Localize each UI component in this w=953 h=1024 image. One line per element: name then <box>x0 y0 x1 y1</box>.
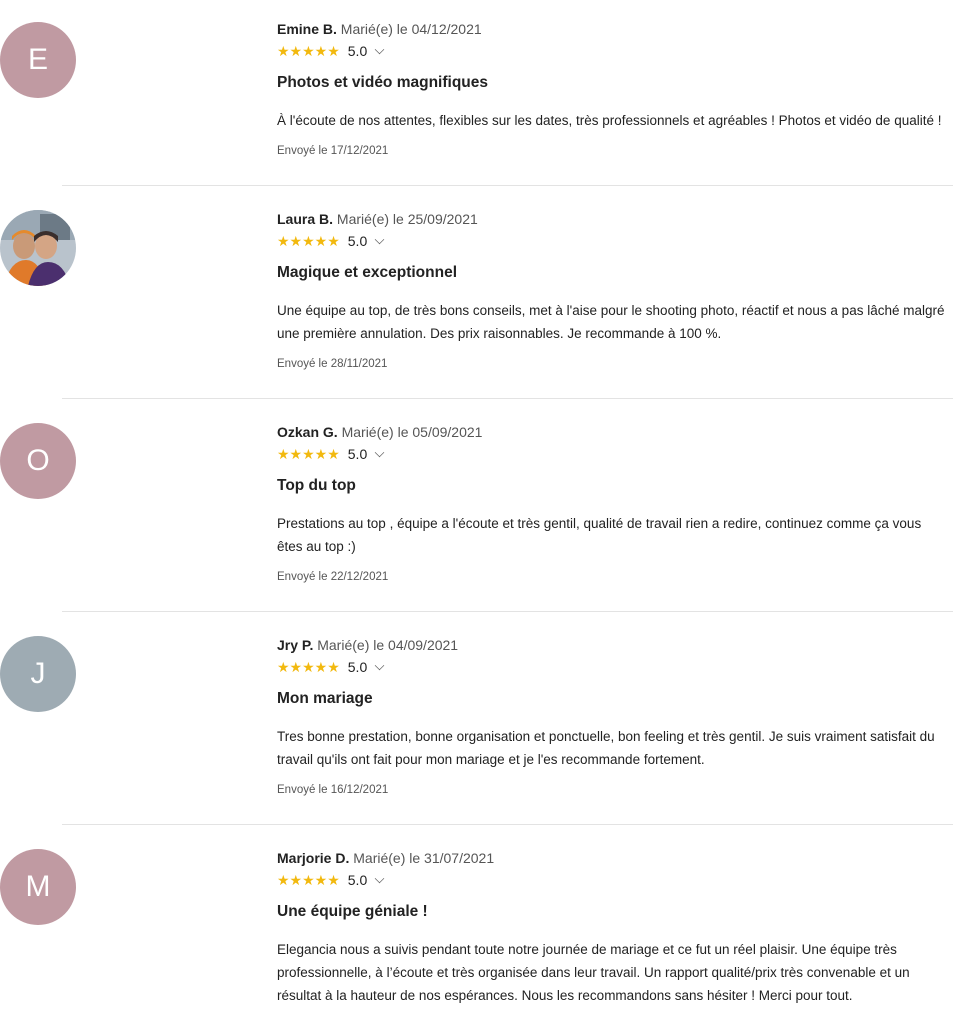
review-author: Jry P. <box>277 637 314 653</box>
rating-score: 5.0 <box>347 43 368 59</box>
review-title: Magique et exceptionnel <box>277 264 458 281</box>
review-body: Tres bonne prestation, bonne organisatio… <box>277 729 935 767</box>
review-rating: ★★★★★ 5.0 <box>277 232 945 250</box>
avatar: J <box>0 636 76 712</box>
rating-score: 5.0 <box>347 446 368 462</box>
review-title: Photos et vidéo magnifiques <box>277 74 488 91</box>
review-sent-date: Envoyé le 28/11/2021 <box>277 358 388 370</box>
review-title: Mon mariage <box>277 690 373 707</box>
review-item: M Marjorie D. Marié(e) le 31/07/2021 ★★★… <box>0 825 953 1024</box>
star-rating-icon: ★★★★★ <box>277 658 340 675</box>
review-married-date: Marié(e) le 04/12/2021 <box>340 21 482 37</box>
chevron-down-icon[interactable] <box>374 660 385 671</box>
chevron-down-icon[interactable] <box>374 447 385 458</box>
review-married-date: Marié(e) le 31/07/2021 <box>353 850 495 866</box>
couple-photo-icon <box>0 210 76 286</box>
review-author: Marjorie D. <box>277 850 350 866</box>
review-author: Laura B. <box>277 211 334 227</box>
review-married-date: Marié(e) le 05/09/2021 <box>341 424 483 440</box>
review-meta: Marjorie D. Marié(e) le 31/07/2021 <box>277 849 945 867</box>
avatar <box>0 210 76 286</box>
review-body: Une équipe au top, de très bons conseils… <box>277 303 945 341</box>
reviews-list: E Emine B. Marié(e) le 04/12/2021 ★★★★★ … <box>0 0 953 1024</box>
avatar: M <box>0 849 76 925</box>
review-item: O Ozkan G. Marié(e) le 05/09/2021 ★★★★★ … <box>0 399 953 612</box>
rating-score: 5.0 <box>347 659 368 675</box>
review-item: Laura B. Marié(e) le 25/09/2021 ★★★★★ 5.… <box>0 186 953 399</box>
review-body: Prestations au top , équipe a l'écoute e… <box>277 516 922 554</box>
review-author: Ozkan G. <box>277 424 338 440</box>
review-meta: Ozkan G. Marié(e) le 05/09/2021 <box>277 423 945 441</box>
review-meta: Laura B. Marié(e) le 25/09/2021 <box>277 210 945 228</box>
review-meta: Emine B. Marié(e) le 04/12/2021 <box>277 20 945 38</box>
star-rating-icon: ★★★★★ <box>277 871 340 888</box>
review-title: Une équipe géniale ! <box>277 903 428 920</box>
review-married-date: Marié(e) le 25/09/2021 <box>336 211 478 227</box>
review-title: Top du top <box>277 477 356 494</box>
review-rating: ★★★★★ 5.0 <box>277 658 945 676</box>
review-married-date: Marié(e) le 04/09/2021 <box>317 637 459 653</box>
avatar: O <box>0 423 76 499</box>
rating-score: 5.0 <box>347 233 368 249</box>
review-body: Elegancia nous a suivis pendant toute no… <box>277 942 910 1003</box>
review-item: J Jry P. Marié(e) le 04/09/2021 ★★★★★ 5.… <box>0 612 953 825</box>
review-rating: ★★★★★ 5.0 <box>277 42 945 60</box>
review-author: Emine B. <box>277 21 337 37</box>
review-sent-date: Envoyé le 16/12/2021 <box>277 784 389 796</box>
review-item: E Emine B. Marié(e) le 04/12/2021 ★★★★★ … <box>0 0 953 186</box>
review-rating: ★★★★★ 5.0 <box>277 871 945 889</box>
star-rating-icon: ★★★★★ <box>277 42 340 59</box>
review-body: À l'écoute de nos attentes, flexibles su… <box>277 113 942 128</box>
star-rating-icon: ★★★★★ <box>277 445 340 462</box>
review-sent-date: Envoyé le 17/12/2021 <box>277 145 389 157</box>
review-sent-date: Envoyé le 22/12/2021 <box>277 571 389 583</box>
chevron-down-icon[interactable] <box>374 873 385 884</box>
review-meta: Jry P. Marié(e) le 04/09/2021 <box>277 636 945 654</box>
star-rating-icon: ★★★★★ <box>277 232 340 249</box>
chevron-down-icon[interactable] <box>374 44 385 55</box>
rating-score: 5.0 <box>347 872 368 888</box>
chevron-down-icon[interactable] <box>374 234 385 245</box>
review-rating: ★★★★★ 5.0 <box>277 445 945 463</box>
avatar: E <box>0 22 76 98</box>
